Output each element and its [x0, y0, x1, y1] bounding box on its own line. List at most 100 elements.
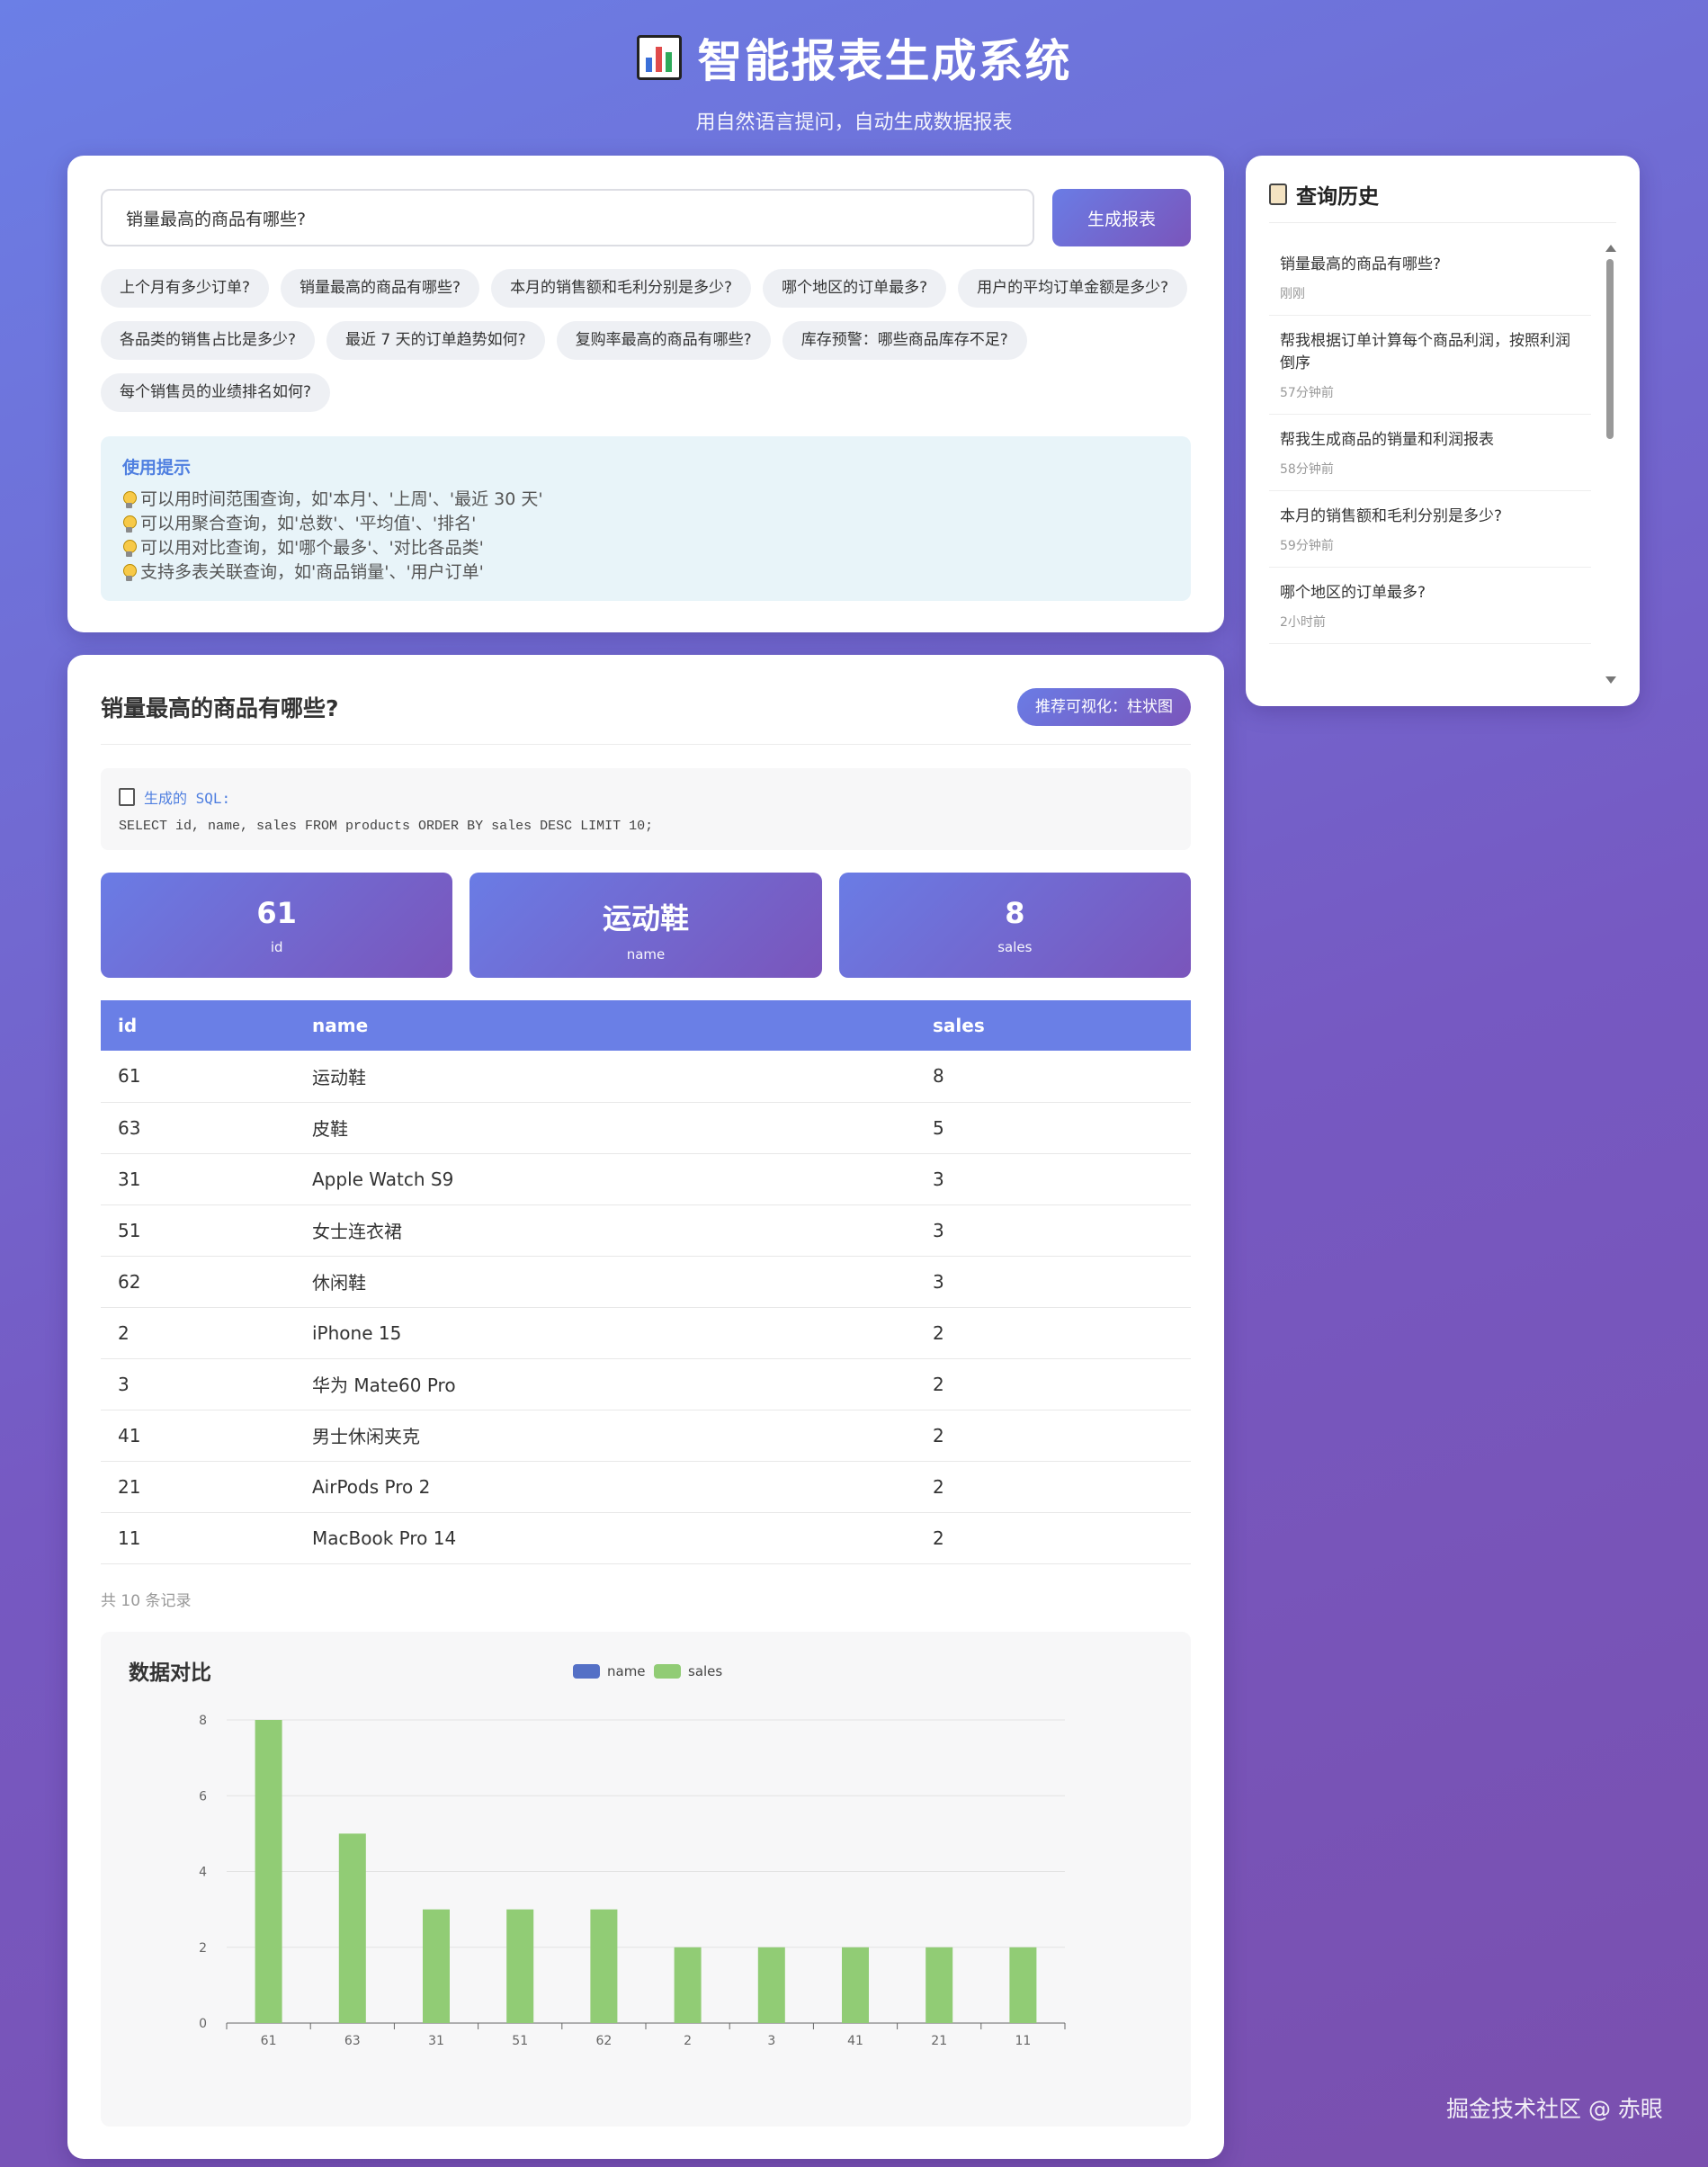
- suggestion-chip[interactable]: 销量最高的商品有哪些?: [281, 269, 480, 308]
- table-row: 31 Apple Watch S9 3: [101, 1153, 1191, 1205]
- history-scrollbar[interactable]: [1604, 239, 1616, 689]
- suggestion-chip[interactable]: 用户的平均订单金额是多少?: [958, 269, 1188, 308]
- x-tick-label: 41: [847, 2034, 863, 2048]
- stat-card: 61 id: [101, 873, 453, 978]
- suggestion-chip[interactable]: 复购率最高的商品有哪些?: [556, 321, 771, 360]
- stat-key: sales: [997, 939, 1033, 955]
- history-item[interactable]: 哪个地区的订单最多? 2小时前: [1269, 568, 1591, 644]
- table-cell: 2: [101, 1307, 295, 1359]
- history-item[interactable]: 本月的销售额和毛利分别是多少? 59分钟前: [1269, 491, 1591, 568]
- suggestion-chip[interactable]: 最近 7 天的订单趋势如何?: [326, 321, 545, 360]
- bar-chart-icon: [636, 35, 682, 80]
- search-row: 生成报表: [101, 189, 1191, 246]
- table-cell: 3: [916, 1204, 1191, 1257]
- tip-item: 可以用对比查询，如'哪个最多'、'对比各品类': [122, 536, 1169, 560]
- result-header: 销量最高的商品有哪些? 推荐可视化：柱状图: [101, 688, 1191, 745]
- table-row: 2 iPhone 15 2: [101, 1307, 1191, 1359]
- chart-container: 数据对比 0 2 4 6 8 61 63 31 51 62 2 3 41 21 11 name sales: [101, 1631, 1191, 2127]
- scroll-down-arrow-icon[interactable]: [1605, 676, 1616, 684]
- page-subtitle: 用自然语言提问，自动生成数据报表: [695, 112, 1013, 134]
- table-row: 41 男士休闲夹克 2: [101, 1410, 1191, 1462]
- table-cell: Apple Watch S9: [295, 1153, 916, 1205]
- watermark: 掘金技术社区 @ 赤眼: [1446, 2096, 1663, 2122]
- stat-cards: 61 id 运动鞋 name 8 sales: [101, 873, 1191, 978]
- table-cell: 2: [916, 1512, 1191, 1564]
- history-item[interactable]: 销量最高的商品有哪些? 刚刚: [1269, 239, 1591, 316]
- table-cell: 华为 Mate60 Pro: [295, 1358, 916, 1410]
- history-list[interactable]: 销量最高的商品有哪些? 刚刚 帮我根据订单计算每个商品利润，按照利润倒序 57分钟前帮…: [1269, 239, 1616, 689]
- bar-sales: [590, 1909, 618, 2023]
- suggestion-chip[interactable]: 库存预警：哪些商品库存不足?: [782, 321, 1027, 360]
- suggestion-chips: 上个月有多少订单? 销量最高的商品有哪些? 本月的销售额和毛利分别是多少? 哪个地区的…: [101, 269, 1198, 412]
- stat-card: 8 sales: [838, 873, 1191, 978]
- history-item[interactable]: 帮我根据订单计算每个商品利润，按照利润倒序 57分钟前: [1269, 316, 1591, 415]
- page-title-text: 智能报表生成系统: [697, 35, 1072, 87]
- table-cell: 11: [101, 1512, 295, 1564]
- legend-label: name: [607, 1663, 646, 1679]
- history-time: 58分钟前: [1280, 462, 1334, 477]
- scrollbar-thumb[interactable]: [1606, 259, 1614, 439]
- record-count: 共 10 条记录: [101, 1591, 192, 1610]
- history-question: 销量最高的商品有哪些?: [1280, 255, 1442, 273]
- table-row: 51 女士连衣裙 3: [101, 1204, 1191, 1257]
- y-tick-label: 8: [199, 1714, 207, 1728]
- suggestion-chip[interactable]: 哪个地区的订单最多?: [763, 269, 947, 308]
- history-question: 本月的销售额和毛利分别是多少?: [1280, 507, 1503, 525]
- x-tick-label: 2: [684, 2034, 692, 2048]
- result-card: 销量最高的商品有哪些? 推荐可视化：柱状图 生成的 SQL: SELECT id…: [67, 655, 1224, 2159]
- table-cell: MacBook Pro 14: [295, 1512, 916, 1564]
- table-cell: 21: [101, 1461, 295, 1513]
- stat-value: 61: [256, 896, 297, 930]
- bar-sales: [926, 1947, 953, 2023]
- suggestion-chip[interactable]: 每个销售员的业绩排名如何?: [101, 373, 331, 412]
- history-card: 查询历史 销量最高的商品有哪些? 刚刚帮我根据订单计算每个商品利润，按照利润倒序 5…: [1246, 156, 1640, 706]
- generate-report-button[interactable]: 生成报表: [1052, 189, 1191, 246]
- bar-sales: [423, 1909, 450, 2023]
- tips-title: 使用提示: [122, 458, 192, 478]
- y-tick-label: 4: [199, 1865, 207, 1879]
- table-cell: 2: [916, 1358, 1191, 1410]
- legend-label: sales: [688, 1663, 722, 1679]
- history-question: 帮我根据订单计算每个商品利润，按照利润倒序: [1280, 332, 1570, 372]
- table-row: 62 休闲鞋 3: [101, 1256, 1191, 1308]
- suggestion-chip[interactable]: 各品类的销售占比是多少?: [101, 321, 316, 360]
- legend-swatch: [573, 1663, 600, 1679]
- suggestion-chip[interactable]: 上个月有多少订单?: [101, 269, 270, 308]
- sql-label: 生成的 SQL:: [119, 786, 1173, 808]
- sql-label-text: 生成的 SQL:: [144, 790, 231, 807]
- table-row: 3 华为 Mate60 Pro 2: [101, 1358, 1191, 1410]
- tip-text: 可以用聚合查询，如'总数'、'平均值'、'排名': [140, 514, 477, 533]
- table-cell: 女士连衣裙: [295, 1204, 916, 1257]
- table-cell: 8: [916, 1051, 1191, 1103]
- stat-value: 运动鞋: [602, 901, 689, 936]
- history-time: 刚刚: [1280, 287, 1305, 301]
- table-column-header: sales: [916, 1000, 1191, 1051]
- question-input[interactable]: [101, 189, 1034, 246]
- table-cell: 2: [916, 1410, 1191, 1462]
- table-cell: 2: [916, 1461, 1191, 1513]
- history-item[interactable]: 帮我生成商品的销量和利润报表 58分钟前: [1269, 415, 1591, 491]
- bar-sales: [506, 1909, 534, 2023]
- tips-list: 可以用时间范围查询，如'本月'、'上周'、'最近 30 天' 可以用聚合查询，如'…: [122, 488, 1169, 585]
- tip-item: 可以用时间范围查询，如'本月'、'上周'、'最近 30 天': [122, 488, 1169, 512]
- stat-value: 8: [1005, 896, 1025, 930]
- table-cell: 运动鞋: [295, 1051, 916, 1103]
- page-title: 智能报表生成系统: [636, 25, 1072, 90]
- table-column-header: name: [295, 1000, 916, 1051]
- sql-code: SELECT id, name, sales FROM products ORD…: [119, 819, 654, 834]
- stat-card: 运动鞋 name: [469, 873, 822, 978]
- lightbulb-icon: [122, 515, 137, 533]
- x-tick-label: 51: [512, 2034, 528, 2048]
- table-row: 11 MacBook Pro 14 2: [101, 1512, 1191, 1564]
- scroll-up-arrow-icon[interactable]: [1605, 245, 1616, 252]
- history-title-text: 查询历史: [1296, 185, 1379, 209]
- suggestion-chip[interactable]: 本月的销售额和毛利分别是多少?: [491, 269, 752, 308]
- visualization-badge: 推荐可视化：柱状图: [1017, 688, 1191, 726]
- table-row: 61 运动鞋 8: [101, 1051, 1191, 1103]
- history-question: 帮我生成商品的销量和利润报表: [1280, 431, 1494, 449]
- query-card: 生成报表 上个月有多少订单? 销量最高的商品有哪些? 本月的销售额和毛利分别是多少?…: [67, 156, 1224, 632]
- scroll-icon: [1269, 184, 1287, 205]
- history-time: 59分钟前: [1280, 539, 1334, 553]
- history-time: 57分钟前: [1280, 386, 1334, 400]
- sql-box: 生成的 SQL: SELECT id, name, sales FROM pro…: [101, 768, 1191, 850]
